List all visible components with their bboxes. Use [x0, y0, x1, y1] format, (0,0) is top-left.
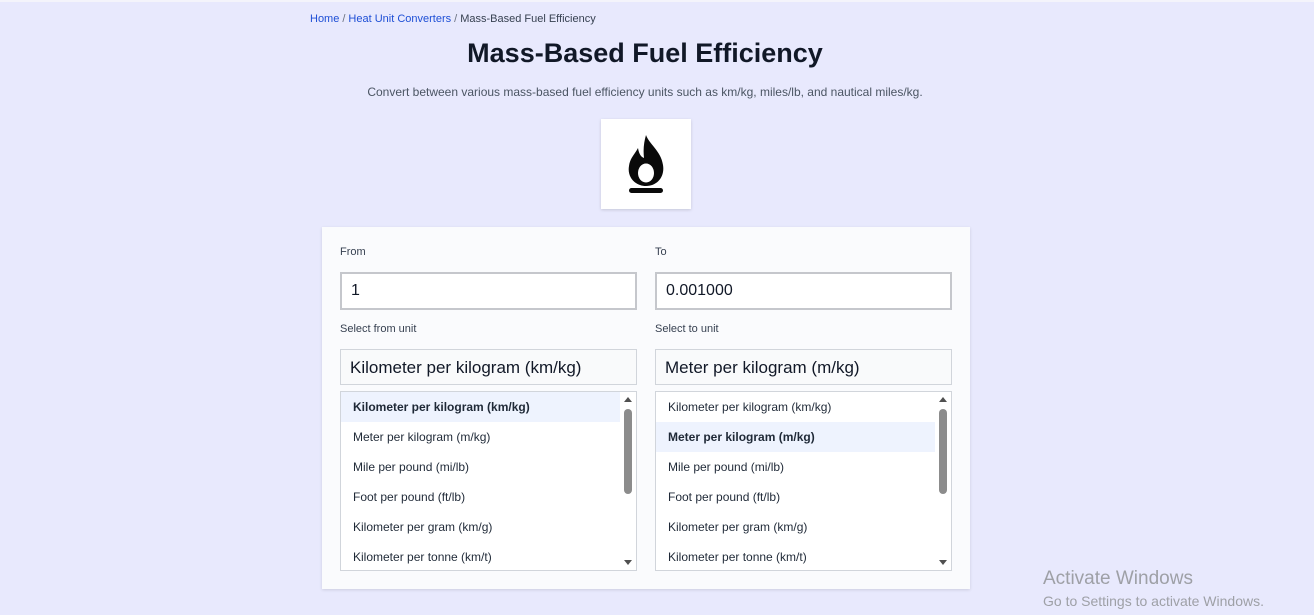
from-value-input[interactable] [340, 272, 637, 310]
to-unit-option[interactable]: Foot per pound (ft/lb) [656, 482, 936, 512]
breadcrumb-separator: / [342, 13, 346, 25]
breadcrumb-home-link[interactable]: Home [310, 13, 339, 25]
converter-card: From Select from unit Kilometer per kilo… [322, 227, 970, 589]
scroll-down-arrow-icon[interactable] [624, 560, 632, 565]
to-unit-selected[interactable]: Meter per kilogram (m/kg) [655, 349, 952, 385]
breadcrumb: Home / Heat Unit Converters / Mass-Based Fue… [310, 13, 596, 25]
to-unit-list[interactable]: Kilometer per kilogram (km/kg) Meter per… [655, 391, 952, 571]
top-border [0, 0, 1314, 2]
page-subtitle: Convert between various mass-based fuel … [367, 85, 923, 99]
from-unit-option[interactable]: Mile per pound (mi/lb) [341, 452, 621, 482]
from-list-scrollbar[interactable] [620, 392, 636, 570]
from-unit-list[interactable]: Kilometer per kilogram (km/kg) Meter per… [340, 391, 637, 571]
scroll-up-arrow-icon[interactable] [939, 397, 947, 402]
from-label: From [340, 246, 366, 258]
page-title: Mass-Based Fuel Efficiency [467, 38, 823, 68]
from-unit-option[interactable]: Meter per kilogram (m/kg) [341, 422, 621, 452]
from-unit-option[interactable]: Kilometer per tonne (km/t) [341, 542, 621, 570]
from-unit-option[interactable]: Kilometer per gram (km/g) [341, 512, 621, 542]
to-unit-option[interactable]: Kilometer per tonne (km/t) [656, 542, 936, 570]
scroll-down-arrow-icon[interactable] [939, 560, 947, 565]
category-icon-box [601, 119, 691, 209]
breadcrumb-current: Mass-Based Fuel Efficiency [460, 13, 596, 25]
to-unit-option[interactable]: Meter per kilogram (m/kg) [656, 422, 936, 452]
to-unit-option[interactable]: Kilometer per kilogram (km/kg) [656, 392, 936, 422]
scroll-thumb[interactable] [939, 409, 947, 494]
scroll-thumb[interactable] [624, 409, 632, 494]
to-label: To [655, 246, 667, 258]
to-unit-option[interactable]: Mile per pound (mi/lb) [656, 452, 936, 482]
activate-windows-watermark: Activate Windows Go to Settings to activ… [1043, 568, 1264, 609]
from-unit-option[interactable]: Foot per pound (ft/lb) [341, 482, 621, 512]
flame-icon [628, 135, 664, 193]
to-value-input[interactable] [655, 272, 952, 310]
from-unit-selected[interactable]: Kilometer per kilogram (km/kg) [340, 349, 637, 385]
to-unit-option[interactable]: Kilometer per gram (km/g) [656, 512, 936, 542]
breadcrumb-separator: / [454, 13, 458, 25]
from-unit-label: Select from unit [340, 323, 417, 335]
watermark-subtitle: Go to Settings to activate Windows. [1043, 593, 1264, 609]
page: Home / Heat Unit Converters / Mass-Based Fue… [0, 0, 1314, 615]
breadcrumb-category-link[interactable]: Heat Unit Converters [348, 13, 451, 25]
from-unit-option[interactable]: Kilometer per kilogram (km/kg) [341, 392, 621, 422]
watermark-title: Activate Windows [1043, 568, 1193, 589]
to-list-scrollbar[interactable] [935, 392, 951, 570]
scroll-up-arrow-icon[interactable] [624, 397, 632, 402]
to-unit-label: Select to unit [655, 323, 719, 335]
